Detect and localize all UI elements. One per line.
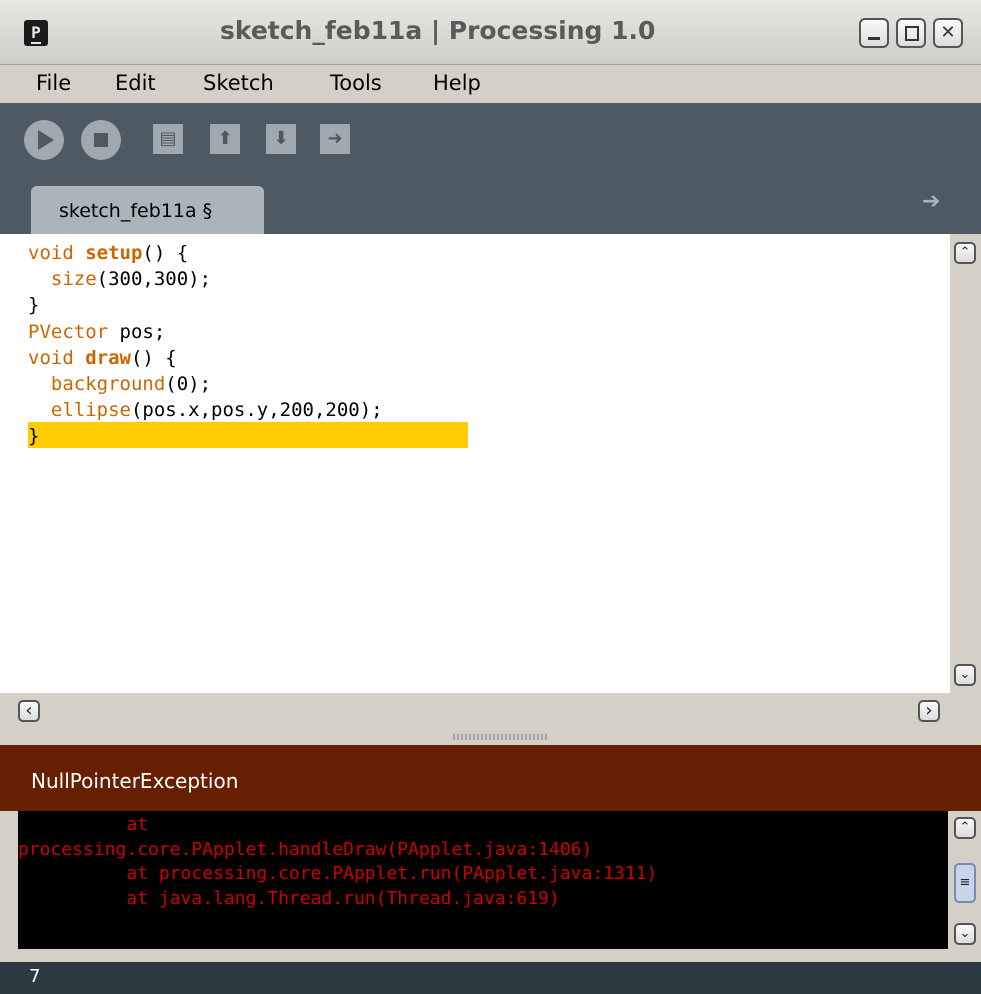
console-scroll-up-icon[interactable]: ⌃ (954, 817, 976, 839)
console-vertical-scrollbar[interactable]: ⌃ ≡ ⌄ (950, 811, 981, 949)
toolbar: ▤ ⬆ ⬇ ➜ (0, 103, 981, 170)
open-icon[interactable]: ⬆ (210, 124, 240, 154)
code-token: ellipse (28, 399, 131, 422)
code-token: background (28, 373, 166, 395)
stop-icon[interactable] (81, 120, 121, 160)
code-token: pos; (108, 320, 166, 343)
menu-help[interactable]: Help (433, 71, 481, 95)
scroll-left-icon[interactable]: ‹ (18, 700, 40, 722)
console-line: at java.lang.Thread.run(Thread.java:619) (18, 887, 560, 909)
export-icon[interactable]: ➜ (320, 124, 350, 154)
status-bar: 7 (0, 962, 981, 994)
menu-bar: File Edit Sketch Tools Help (0, 65, 981, 103)
code-line: ellipse(pos.x,pos.y,200,200); (28, 397, 383, 423)
code-token: } (28, 425, 40, 448)
tab-sketch-feb11a[interactable]: sketch_feb11a § (31, 186, 264, 234)
code-token: PVector (28, 320, 109, 343)
run-icon[interactable] (24, 120, 64, 160)
scroll-up-icon[interactable]: ⌃ (954, 242, 976, 264)
error-line-highlight (28, 422, 468, 448)
code-token: (pos.x,pos.y,200,200); (130, 399, 383, 422)
menu-tools[interactable]: Tools (330, 71, 382, 95)
save-icon[interactable]: ⬇ (266, 124, 296, 154)
code-token: void (28, 346, 86, 369)
console-scroll-down-icon[interactable]: ⌄ (954, 923, 976, 945)
console-line: at processing.core.PApplet.run(PApplet.j… (18, 863, 658, 884)
maximize-icon[interactable] (896, 18, 926, 48)
code-line: background(0); (28, 371, 211, 397)
code-token: void (28, 242, 86, 264)
code-token: setup (85, 242, 143, 264)
code-line: PVector pos; (28, 319, 165, 345)
scroll-right-icon[interactable]: › (918, 700, 940, 722)
code-token: (300,300); (96, 268, 212, 291)
console-scroll-thumb[interactable]: ≡ (954, 863, 976, 903)
tab-menu-arrow-icon[interactable]: ➔ (922, 189, 940, 214)
code-line: } (28, 292, 39, 318)
pane-divider[interactable] (0, 731, 981, 745)
menu-file[interactable]: File (36, 71, 71, 95)
processing-app-icon: P (24, 20, 48, 46)
new-icon[interactable]: ▤ (153, 124, 183, 154)
code-token: () { (130, 346, 177, 369)
code-line: void setup() { (28, 240, 188, 266)
scroll-down-icon[interactable]: ⌄ (954, 664, 976, 686)
code-line: size(300,300); (28, 266, 211, 292)
error-message: NullPointerException (31, 769, 239, 793)
tab-strip: sketch_feb11a § ➔ (0, 170, 981, 234)
menu-edit[interactable]: Edit (115, 71, 156, 95)
code-editor[interactable]: void setup() { size(300,300);} PVector po… (0, 234, 950, 694)
line-number: 7 (29, 966, 41, 987)
divider-grip (453, 734, 549, 740)
title-bar: P sketch_feb11a | Processing 1.0 ✕ (0, 0, 981, 65)
code-token: draw (85, 346, 131, 369)
app-icon-glyph: P (31, 23, 41, 44)
code-token: () { (142, 242, 189, 264)
editor-horizontal-scrollbar[interactable]: ‹ › (0, 693, 981, 731)
code-token: } (28, 294, 40, 317)
code-line: void draw() { (28, 345, 177, 371)
menu-sketch[interactable]: Sketch (203, 71, 274, 95)
window-title: sketch_feb11a | Processing 1.0 (220, 16, 656, 45)
code-line: } (28, 423, 39, 449)
close-icon[interactable]: ✕ (933, 18, 963, 48)
code-token: size (28, 268, 97, 291)
console-line: processing.core.PApplet.handleDraw(PAppl… (18, 838, 593, 860)
message-bar: NullPointerException (0, 745, 981, 811)
editor-vertical-scrollbar[interactable]: ⌃ ⌄ (950, 234, 981, 690)
console-line: at (18, 814, 149, 835)
minimize-icon[interactable] (859, 18, 889, 48)
code-token: (0); (165, 373, 212, 395)
console-output[interactable]: at processing.core.PApplet.handleDraw(PAp… (18, 811, 948, 949)
